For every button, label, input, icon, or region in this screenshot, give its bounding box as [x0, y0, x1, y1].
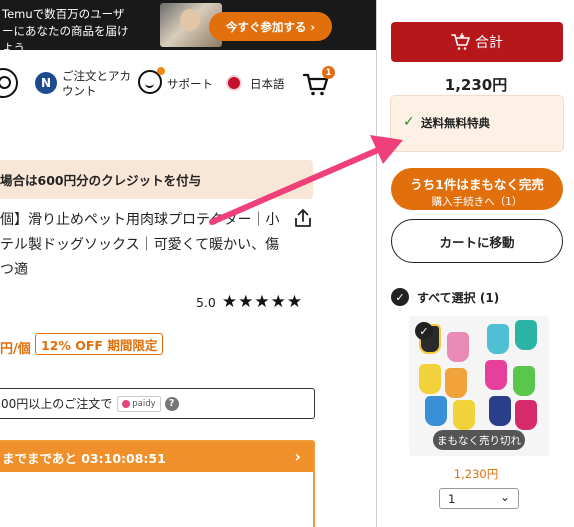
quantity-select[interactable]: 1 ⌄: [439, 488, 519, 509]
proceed-checkout-button[interactable]: うち1件はまもなく完売 購入手続きへ（1）: [391, 168, 563, 210]
japan-flag-icon[interactable]: [226, 75, 242, 91]
paidy-payment-info[interactable]: 00円以上のご注文で paidy ?: [0, 388, 315, 419]
support-link[interactable]: サポート: [167, 76, 213, 92]
countdown-bar[interactable]: までまであと 03:10:08:51 ›: [0, 442, 313, 472]
pay-info-text: 00円以上のご注文で: [1, 397, 113, 411]
order-total: 1,230円: [444, 76, 508, 94]
top-nav: N ご注文とアカウント サポート 日本語 1: [0, 50, 376, 118]
free-shipping-popover: ✓ 送料無料特典: [391, 96, 563, 151]
star-rating-icon: ★★★★★: [221, 292, 304, 312]
cart-sidebar: 合計 1,230円 ✓ 送料無料特典 うち1件はまもなく完売 購入手続きへ（1）…: [376, 0, 574, 527]
soldout-warning: うち1件はまもなく完売: [410, 177, 544, 192]
unit-price: 円/個: [0, 342, 31, 357]
share-icon[interactable]: [292, 207, 314, 229]
help-icon[interactable]: ?: [164, 396, 179, 411]
flash-sale-card[interactable]: までまであと 03:10:08:51 ›: [0, 440, 315, 527]
checkout-count-label: 購入手続きへ（1）: [431, 196, 523, 208]
language-selector[interactable]: 日本語: [250, 76, 285, 92]
item-price: 1,230円: [453, 467, 499, 481]
cart-icon: [451, 33, 470, 50]
discount-tag: 12% OFF 期間限定: [35, 333, 164, 355]
check-icon[interactable]: ✓: [415, 322, 433, 340]
select-all-label: すべて選択 (1): [417, 290, 500, 305]
chevron-right-icon[interactable]: ›: [294, 447, 301, 466]
countdown-text: までまであと 03:10:08:51: [2, 450, 166, 466]
product-rating[interactable]: 5.0 ★★★★★: [196, 292, 303, 312]
low-stock-badge: まもなく売り切れ: [433, 430, 525, 450]
checkout-label: 合計: [475, 35, 503, 51]
credit-banner: 場合は600円分のクレジットを付与: [0, 160, 313, 199]
search-icon[interactable]: [0, 68, 18, 98]
chevron-down-icon: ⌄: [499, 490, 510, 504]
rating-value: 5.0: [196, 294, 216, 310]
free-shipping-text: 送料無料特典: [421, 116, 490, 130]
go-to-cart-button[interactable]: カートに移動: [391, 219, 563, 263]
check-icon[interactable]: ✓: [391, 288, 409, 306]
product-main: Temuで数百万のユーザーにあなたの商品を届けよう 今すぐ参加する › N ご注…: [0, 0, 376, 527]
cart-item-thumbnail[interactable]: ✓ まもなく売り切れ: [409, 316, 549, 456]
checkout-total-button[interactable]: 合計: [391, 22, 563, 62]
paidy-logo: paidy: [117, 395, 161, 412]
join-now-button[interactable]: 今すぐ参加する ›: [209, 12, 332, 41]
select-all-toggle[interactable]: ✓ すべて選択 (1): [391, 288, 499, 306]
check-icon: ✓: [403, 114, 415, 130]
quantity-value: 1: [448, 491, 456, 506]
product-title: 個】滑り止めペット用肉球プロテクター｜小テル製ドッグソックス｜可愛くて暖かい、傷…: [0, 212, 280, 278]
support-icon[interactable]: [138, 67, 165, 94]
seller-promo-banner[interactable]: Temuで数百万のユーザーにあなたの商品を届けよう 今すぐ参加する ›: [0, 0, 376, 55]
cart-count-badge: 1: [322, 66, 335, 79]
account-link[interactable]: ご注文とアカウント: [62, 69, 132, 99]
account-avatar[interactable]: N: [35, 72, 57, 94]
